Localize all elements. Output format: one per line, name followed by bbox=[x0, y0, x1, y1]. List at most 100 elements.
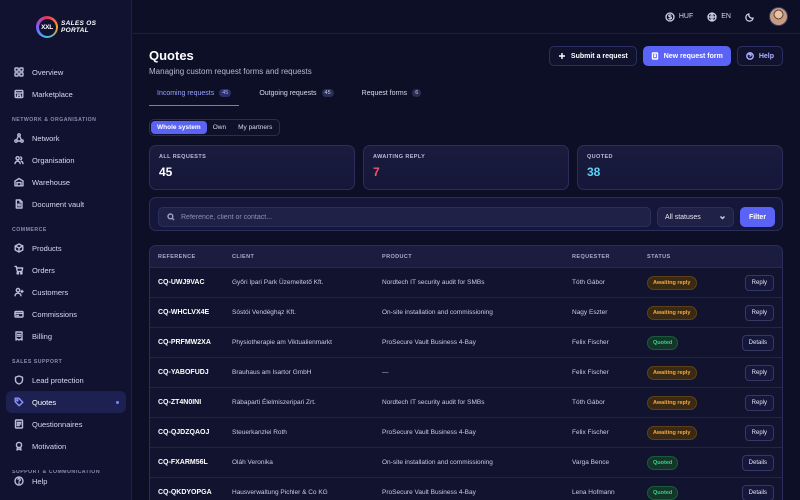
row-client: Rábaparti Élelmiszeripari Zrt. bbox=[232, 399, 316, 406]
topbar-controls: HUF EN bbox=[665, 7, 788, 26]
table-row[interactable]: CQ-QKDYOPGA Hausverwaltung Pichler & Co K… bbox=[150, 478, 782, 500]
theme-toggle[interactable] bbox=[745, 12, 755, 22]
col-product[interactable]: PRODUCT bbox=[382, 254, 572, 260]
col-requester[interactable]: REQUESTER bbox=[572, 254, 647, 260]
reply-button[interactable]: Reply bbox=[744, 394, 774, 411]
status-select[interactable]: All statuses bbox=[657, 207, 734, 227]
sidebar-item-warehouse[interactable]: Warehouse bbox=[0, 171, 131, 193]
status-badge: Awaiting reply bbox=[647, 396, 697, 410]
tab-request-forms[interactable]: Request forms 6 bbox=[354, 89, 430, 106]
table-row[interactable]: CQ-ZT4N0INI Rábaparti Élelmiszeripari Zrt… bbox=[150, 388, 782, 418]
status-select-value: All statuses bbox=[665, 213, 701, 221]
sidebar-item-questionnaires[interactable]: Questionnaires bbox=[0, 413, 131, 435]
col-status[interactable]: STATUS bbox=[647, 254, 737, 260]
tab-label: Request forms bbox=[361, 90, 408, 97]
row-reference[interactable]: CQ-WHCLVX4E bbox=[150, 309, 232, 316]
sidebar-item-label: Network bbox=[32, 133, 60, 143]
logo-text: SALES OS PORTAL bbox=[61, 20, 96, 34]
row-reference[interactable]: CQ-QKDYOPGA bbox=[150, 489, 232, 496]
table-row[interactable]: CQ-WHCLVX4E Sóstói Vendéghąz Kft. On-site … bbox=[150, 298, 782, 328]
row-reference[interactable]: CQ-YABOFUDJ bbox=[150, 369, 232, 376]
row-requester: Tóth Gábor bbox=[572, 399, 605, 406]
new-request-form-button[interactable]: New request form bbox=[642, 46, 731, 66]
table-row[interactable]: CQ-PRFMW2XA Physiotherapie am Viktualienm… bbox=[150, 328, 782, 358]
tab-count-badge: 45 bbox=[219, 89, 232, 97]
scope-whole-system[interactable]: Whole system bbox=[151, 121, 207, 134]
reply-button[interactable]: Reply bbox=[744, 364, 774, 381]
logo-line2: PORTAL bbox=[61, 27, 89, 34]
sidebar-item-products[interactable]: Products bbox=[0, 237, 131, 259]
quotes-table: REFERENCE CLIENT PRODUCT REQUESTER STATU… bbox=[149, 245, 783, 500]
logo-line1: SALES OS bbox=[61, 20, 97, 27]
scope-own[interactable]: Own bbox=[207, 121, 232, 134]
sidebar-section-label: COMMERCE bbox=[12, 227, 47, 233]
table-row[interactable]: CQ-FXARM56L Oláh Veronika On-site installa… bbox=[150, 448, 782, 478]
details-button[interactable]: Details bbox=[741, 334, 774, 351]
sidebar-item-organisation[interactable]: Organisation bbox=[0, 149, 131, 171]
reply-button[interactable]: Reply bbox=[744, 274, 774, 291]
row-client: Brauhaus am Isartor GmbH bbox=[232, 369, 312, 376]
row-reference[interactable]: CQ-PRFMW2XA bbox=[150, 339, 232, 346]
sidebar-item-help[interactable]: Help bbox=[0, 470, 131, 492]
language-selector[interactable]: EN bbox=[707, 11, 731, 22]
row-product: ProSecure Vault Business 4-Bay bbox=[382, 339, 476, 346]
col-client[interactable]: CLIENT bbox=[232, 254, 382, 260]
stat-card-all-requests[interactable]: ALL REQUESTS 45 bbox=[149, 145, 355, 190]
tab-incoming-requests[interactable]: Incoming requests 45 bbox=[149, 89, 240, 106]
filter-button[interactable]: Filter bbox=[740, 207, 775, 227]
sidebar-item-quotes[interactable]: Quotes bbox=[6, 391, 126, 413]
row-requester: Felix Fischer bbox=[572, 369, 609, 376]
stat-card-awaiting-reply[interactable]: AWAITING REPLY 7 bbox=[363, 145, 569, 190]
app: XXL SALES OS PORTAL Overview Marketplace N… bbox=[0, 0, 800, 500]
sidebar-item-orders[interactable]: Orders bbox=[0, 259, 131, 281]
currency-selector[interactable]: HUF bbox=[665, 11, 693, 22]
sidebar-item-label: Organisation bbox=[32, 155, 75, 165]
sidebar-item-network[interactable]: Network bbox=[0, 127, 131, 149]
help-button[interactable]: Help bbox=[736, 46, 783, 66]
table-header: REFERENCE CLIENT PRODUCT REQUESTER STATU… bbox=[150, 246, 782, 268]
submit-request-label: Submit a request bbox=[570, 52, 628, 60]
page-title: Quotes bbox=[149, 48, 194, 63]
tab-label: Incoming requests bbox=[157, 90, 215, 97]
row-reference[interactable]: CQ-QJDZQAOJ bbox=[150, 429, 232, 436]
reply-button[interactable]: Reply bbox=[744, 424, 774, 441]
sidebar-item-overview[interactable]: Overview bbox=[0, 61, 131, 83]
row-reference[interactable]: CQ-UWJ9VAC bbox=[150, 279, 232, 286]
row-requester: Nagy Eszter bbox=[572, 309, 608, 316]
sidebar-item-label: Lead protection bbox=[32, 375, 84, 385]
status-badge: Awaiting reply bbox=[647, 306, 697, 320]
avatar[interactable] bbox=[769, 7, 788, 26]
details-button[interactable]: Details bbox=[741, 454, 774, 471]
scope-my-partners[interactable]: My partners bbox=[232, 121, 278, 134]
topbar: HUF EN bbox=[133, 0, 800, 34]
search-input[interactable] bbox=[181, 213, 621, 221]
reply-button[interactable]: Reply bbox=[744, 304, 774, 321]
stat-card-quoted[interactable]: QUOTED 38 bbox=[577, 145, 783, 190]
sidebar-item-lead-protection[interactable]: Lead protection bbox=[0, 369, 131, 391]
sidebar-nav: Overview Marketplace NETWORK & ORGANISATIO… bbox=[0, 61, 131, 479]
row-reference[interactable]: CQ-FXARM56L bbox=[150, 459, 232, 466]
tab-outgoing-requests[interactable]: Outgoing requests 45 bbox=[251, 89, 341, 106]
logo[interactable]: XXL SALES OS PORTAL bbox=[36, 16, 96, 38]
sidebar-item-billing[interactable]: Billing bbox=[0, 325, 131, 347]
sidebar-item-document-vault[interactable]: Document vault bbox=[0, 193, 131, 215]
col-reference[interactable]: REFERENCE bbox=[150, 254, 232, 260]
sidebar-item-motivation[interactable]: Motivation bbox=[0, 435, 131, 457]
row-requester: Lena Hofmann bbox=[572, 489, 615, 496]
row-reference[interactable]: CQ-ZT4N0INI bbox=[150, 399, 232, 406]
sidebar-section-label: SALES SUPPORT bbox=[12, 359, 63, 365]
sidebar-item-customers[interactable]: Customers bbox=[0, 281, 131, 303]
submit-request-button[interactable]: Submit a request bbox=[548, 46, 637, 66]
table-row[interactable]: CQ-QJDZQAOJ Steuerkanzlei Roth ProSecure V… bbox=[150, 418, 782, 448]
table-row[interactable]: CQ-YABOFUDJ Brauhaus am Isartor GmbH — Feli… bbox=[150, 358, 782, 388]
status-badge: Awaiting reply bbox=[647, 426, 697, 440]
row-product: On-site installation and commissioning bbox=[382, 309, 493, 316]
details-button[interactable]: Details bbox=[741, 484, 774, 500]
row-product: On-site installation and commissioning bbox=[382, 459, 493, 466]
row-client: Győri Ipari Park Üzemeltető Kft. bbox=[232, 279, 324, 286]
globe-icon bbox=[707, 11, 717, 22]
plus-icon bbox=[558, 53, 565, 59]
sidebar-item-marketplace[interactable]: Marketplace bbox=[0, 83, 131, 105]
sidebar-item-commissions[interactable]: Commissions bbox=[0, 303, 131, 325]
table-row[interactable]: CQ-UWJ9VAC Győri Ipari Park Üzemeltető Kf… bbox=[150, 268, 782, 298]
